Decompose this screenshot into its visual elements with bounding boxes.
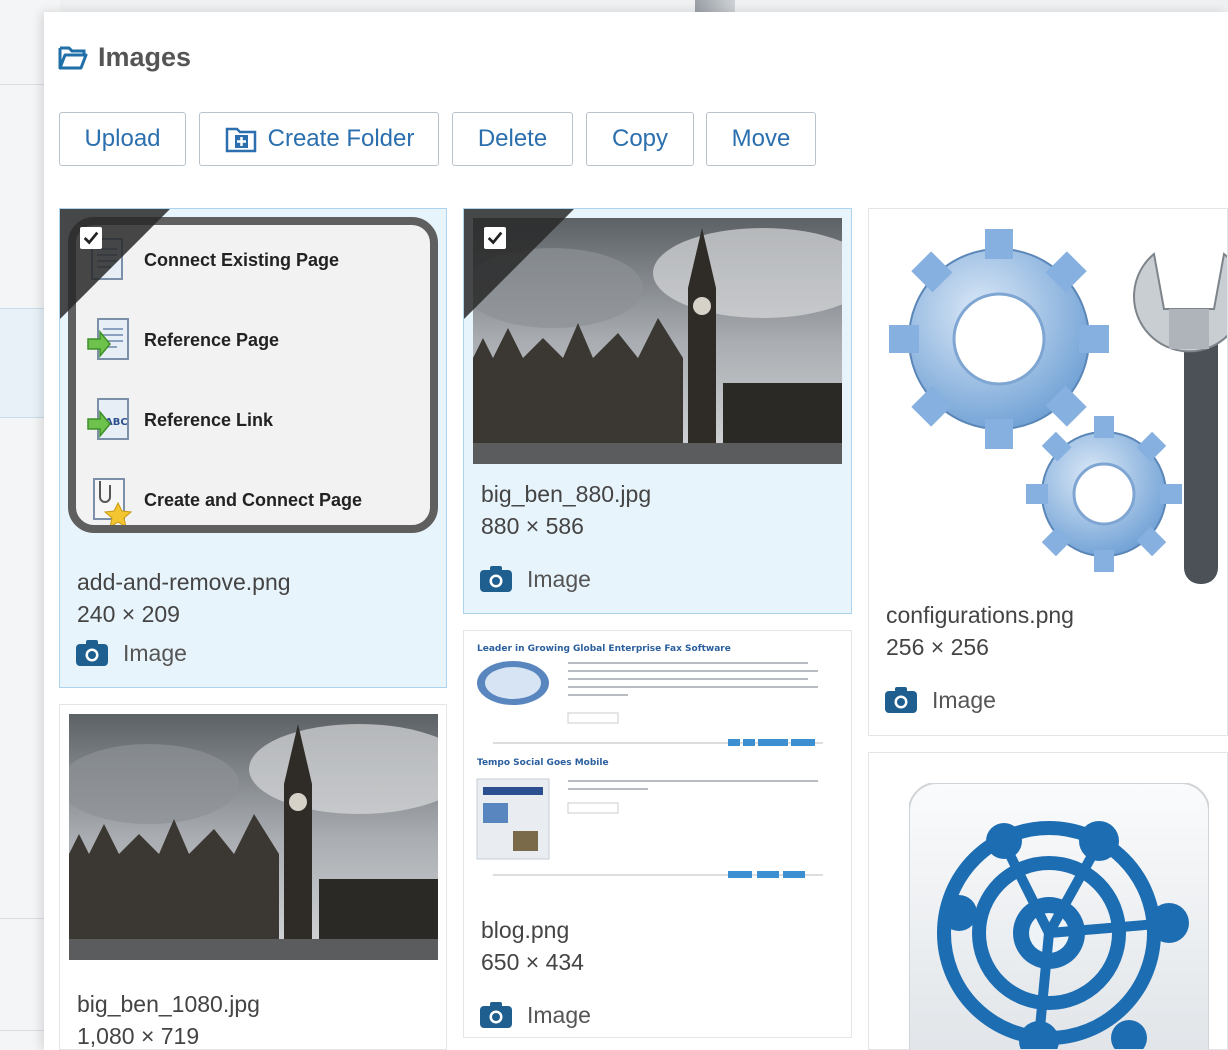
file-dimensions: 650 × 434 bbox=[481, 949, 584, 975]
selection-corner bbox=[60, 209, 170, 319]
thumbnail: Leader in Growing Global Enterprise Fax … bbox=[473, 639, 842, 889]
file-type-label: Image bbox=[123, 639, 187, 666]
file-dimensions: 240 × 209 bbox=[77, 601, 180, 627]
camera-icon bbox=[76, 640, 108, 666]
thumbnail bbox=[69, 714, 438, 960]
file-card[interactable]: big_ben_1080.jpg 1,080 × 719 bbox=[59, 704, 447, 1050]
divider bbox=[0, 918, 48, 919]
checkmark-icon bbox=[83, 231, 99, 245]
file-card[interactable]: Leader in Growing Global Enterprise Fax … bbox=[463, 630, 852, 1038]
create-folder-button-label: Create Folder bbox=[267, 125, 415, 152]
file-type: Image bbox=[479, 1001, 591, 1029]
create-folder-button[interactable]: Create Folder bbox=[199, 112, 439, 166]
file-dimensions: 880 × 586 bbox=[481, 513, 584, 539]
file-type: Image bbox=[479, 565, 591, 593]
big-ben-photo bbox=[69, 714, 438, 960]
folder-open-icon bbox=[58, 46, 88, 69]
file-card[interactable] bbox=[868, 752, 1228, 1050]
menu-preview-item: ABC Reference Link bbox=[86, 395, 273, 445]
highlighted-row bbox=[0, 308, 48, 418]
file-dimensions: 256 × 256 bbox=[886, 634, 989, 660]
gears-wrench-image bbox=[889, 229, 1227, 584]
divider bbox=[0, 84, 48, 85]
selection-corner bbox=[464, 209, 574, 319]
reference-link-icon: ABC bbox=[87, 398, 129, 440]
move-button-label: Move bbox=[731, 125, 791, 152]
file-dimensions: 1,080 × 719 bbox=[77, 1023, 200, 1049]
upload-button[interactable]: Upload bbox=[59, 112, 186, 166]
create-page-icon bbox=[93, 478, 133, 525]
file-card[interactable]: big_ben_880.jpg 880 × 586 Image bbox=[463, 208, 852, 614]
images-panel: Images Upload Create Folder Delete Copy … bbox=[44, 12, 1228, 1050]
file-name: big_ben_880.jpg bbox=[481, 481, 652, 507]
delete-button-label: Delete bbox=[477, 125, 548, 152]
copy-button-label: Copy bbox=[611, 125, 669, 152]
thumbnail bbox=[884, 214, 1227, 594]
file-card[interactable]: Connect Existing Page Reference Page ABC… bbox=[59, 208, 447, 688]
camera-icon bbox=[480, 566, 512, 592]
file-name: add-and-remove.png bbox=[77, 569, 291, 595]
reference-page-icon bbox=[87, 318, 129, 360]
network-logo-image bbox=[909, 783, 1209, 1049]
blog-post-title: Leader in Growing Global Enterprise Fax … bbox=[477, 644, 731, 654]
copy-button[interactable]: Copy bbox=[586, 112, 694, 166]
file-type-label: Image bbox=[932, 686, 996, 713]
file-card[interactable]: configurations.png 256 × 256 Image bbox=[868, 208, 1228, 736]
move-button[interactable]: Move bbox=[706, 112, 816, 166]
delete-button[interactable]: Delete bbox=[452, 112, 573, 166]
file-name: configurations.png bbox=[886, 602, 1074, 628]
folder-plus-icon bbox=[225, 127, 256, 153]
blog-post-title: Tempo Social Goes Mobile bbox=[477, 758, 609, 768]
select-checkbox[interactable] bbox=[80, 227, 102, 249]
select-checkbox[interactable] bbox=[484, 227, 506, 249]
camera-icon bbox=[885, 687, 917, 713]
file-name: blog.png bbox=[481, 917, 570, 943]
menu-preview-item: Create and Connect Page bbox=[86, 475, 362, 525]
upload-button-label: Upload bbox=[84, 125, 161, 152]
blog-screenshot: Leader in Growing Global Enterprise Fax … bbox=[476, 644, 823, 878]
panel-title: Images bbox=[98, 42, 192, 72]
file-name: big_ben_1080.jpg bbox=[77, 991, 260, 1017]
file-type: Image bbox=[75, 639, 187, 667]
checkmark-icon bbox=[487, 231, 503, 245]
file-type-label: Image bbox=[527, 1001, 591, 1028]
panel-header: Images bbox=[58, 42, 191, 73]
file-type-label: Image bbox=[527, 565, 591, 592]
divider bbox=[0, 1030, 48, 1031]
camera-icon bbox=[480, 1002, 512, 1028]
thumbnail bbox=[909, 783, 1209, 1049]
menu-preview-item: Reference Page bbox=[86, 315, 279, 365]
file-type: Image bbox=[884, 686, 996, 714]
